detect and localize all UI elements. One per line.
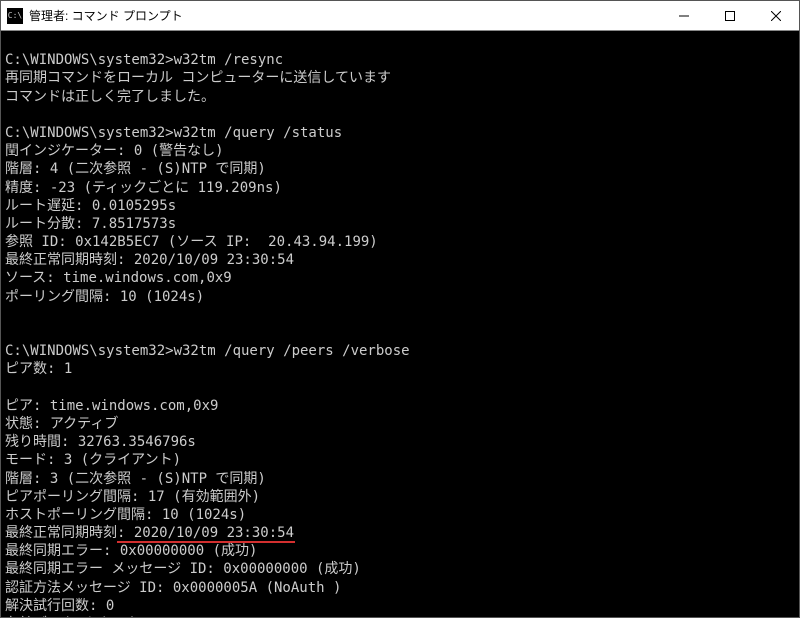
terminal-line: 参照 ID: 0x142B5EC7 (ソース IP: 20.43.94.199): [5, 233, 795, 251]
terminal-line: 階層: 4 (二次参照 - (S)NTP で同期): [5, 160, 795, 178]
terminal-line: [5, 106, 795, 124]
terminal-line: コマンドは正しく完了しました。: [5, 88, 795, 106]
terminal-line: 残り時間: 32763.3546796s: [5, 433, 795, 451]
terminal-line: 閏インジケーター: 0 (警告なし): [5, 142, 795, 160]
close-button[interactable]: [753, 1, 799, 30]
terminal-line: 最終正常同期時刻: 2020/10/09 23:30:54: [5, 524, 795, 542]
terminal-line: ルート分散: 7.8517573s: [5, 215, 795, 233]
terminal-line: 有効データ カウンター: 1: [5, 615, 795, 617]
terminal-line: 階層: 3 (二次参照 - (S)NTP で同期): [5, 470, 795, 488]
terminal-line: C:\WINDOWS\system32>w32tm /query /peers …: [5, 342, 795, 360]
terminal-line: [5, 324, 795, 342]
maximize-button[interactable]: [707, 1, 753, 30]
terminal-line: [5, 33, 795, 51]
terminal-line: 解決試行回数: 0: [5, 597, 795, 615]
terminal-line: 最終同期エラー メッセージ ID: 0x00000000 (成功): [5, 560, 795, 578]
terminal-line: ルート遅延: 0.0105295s: [5, 197, 795, 215]
terminal-line: 精度: -23 (ティックごとに 119.209ns): [5, 179, 795, 197]
terminal-line: [5, 379, 795, 397]
terminal-line: ホストポーリング間隔: 10 (1024s): [5, 506, 795, 524]
terminal-line: ソース: time.windows.com,0x9: [5, 269, 795, 287]
terminal-line: 最終正常同期時刻: 2020/10/09 23:30:54: [5, 251, 795, 269]
terminal-line: 認証方法メッセージ ID: 0x0000005A (NoAuth ): [5, 579, 795, 597]
terminal-line: 再同期コマンドをローカル コンピューターに送信しています: [5, 69, 795, 87]
terminal-line: 最終同期エラー: 0x00000000 (成功): [5, 542, 795, 560]
terminal-line: ピアポーリング間隔: 17 (有効範囲外): [5, 488, 795, 506]
terminal-output[interactable]: C:\WINDOWS\system32>w32tm /resync再同期コマンド…: [1, 31, 799, 617]
window-controls: [661, 1, 799, 30]
command-prompt-window: C:\ 管理者: コマンド プロンプト C:\WINDOWS\system32>…: [0, 0, 800, 618]
window-title: 管理者: コマンド プロンプト: [29, 7, 661, 24]
terminal-line: ピア: time.windows.com,0x9: [5, 397, 795, 415]
terminal-line: C:\WINDOWS\system32>w32tm /query /status: [5, 124, 795, 142]
terminal-line: 状態: アクティブ: [5, 415, 795, 433]
terminal-line: モード: 3 (クライアント): [5, 451, 795, 469]
cmd-icon: C:\: [7, 8, 23, 24]
titlebar[interactable]: C:\ 管理者: コマンド プロンプト: [1, 1, 799, 31]
terminal-line: ピア数: 1: [5, 360, 795, 378]
terminal-line: ポーリング間隔: 10 (1024s): [5, 288, 795, 306]
terminal-line: C:\WINDOWS\system32>w32tm /resync: [5, 51, 795, 69]
terminal-line: [5, 306, 795, 324]
minimize-button[interactable]: [661, 1, 707, 30]
